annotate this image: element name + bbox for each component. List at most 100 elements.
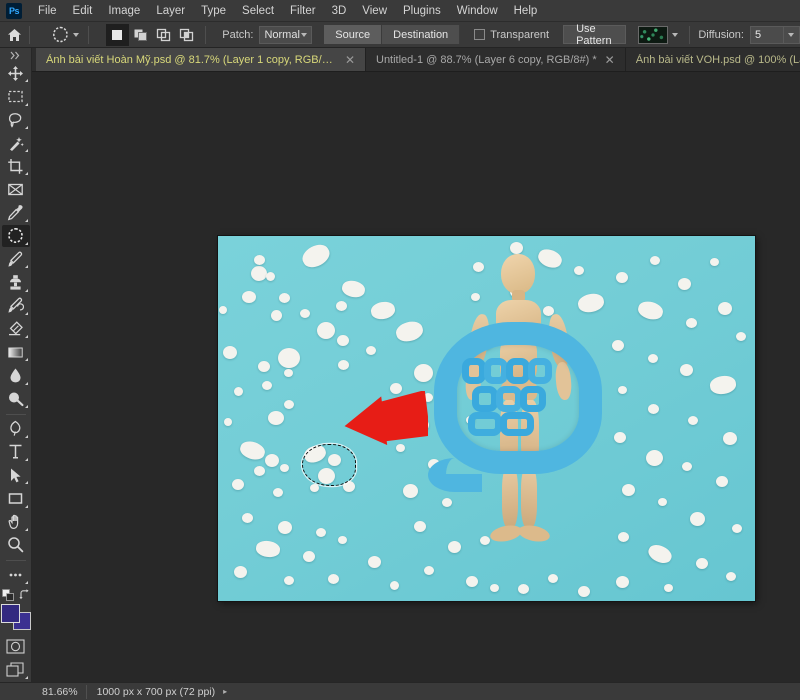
gradient-tool[interactable] xyxy=(2,341,30,363)
tool-flyout-indicator xyxy=(24,527,28,531)
document-tab-1-close-icon[interactable]: ✕ xyxy=(345,54,355,66)
zoom-tool[interactable] xyxy=(2,534,30,556)
document-tab-1-label: Ảnh bài viết Hoàn Mỹ.psd @ 81.7% (Layer … xyxy=(46,53,337,66)
patch-mode-select[interactable]: Normal xyxy=(259,25,313,44)
add-to-selection-button[interactable] xyxy=(129,24,152,46)
patch-direction-group: Source Destination xyxy=(324,25,461,44)
history-brush-tool[interactable] xyxy=(2,295,30,317)
tool-flyout-indicator xyxy=(24,358,28,362)
tool-flyout-indicator xyxy=(24,458,28,462)
path-selection-tool[interactable] xyxy=(2,464,30,486)
source-button[interactable]: Source xyxy=(324,25,383,44)
artboard[interactable] xyxy=(218,236,755,601)
lasso-tool[interactable] xyxy=(2,109,30,131)
photoshop-window: Ps File Edit Image Layer Type Select Fil… xyxy=(0,0,800,700)
brush-tool[interactable] xyxy=(2,248,30,270)
menu-view[interactable]: View xyxy=(354,2,395,20)
tool-preset-chevron-icon[interactable] xyxy=(73,32,79,37)
new-selection-button[interactable] xyxy=(105,23,129,46)
zoom-level-field[interactable]: 81.66% xyxy=(32,684,87,699)
selection-mode-group xyxy=(105,23,198,46)
document-tab-2-close-icon[interactable]: ✕ xyxy=(605,54,615,66)
frame-tool[interactable] xyxy=(2,178,30,200)
patch-tool[interactable] xyxy=(1,224,30,248)
options-separator-3 xyxy=(204,25,206,44)
edit-toolbar-button[interactable] xyxy=(2,564,30,586)
document-tab-bar: Ảnh bài viết Hoàn Mỹ.psd @ 81.7% (Layer … xyxy=(0,48,800,72)
menu-file[interactable]: File xyxy=(30,2,65,20)
default-colors-icon[interactable] xyxy=(1,589,15,602)
diffusion-input[interactable]: 5 xyxy=(749,25,784,44)
hand-tool[interactable] xyxy=(2,511,30,533)
quick-mask-button[interactable] xyxy=(2,636,30,658)
transparent-checkbox[interactable]: Transparent xyxy=(474,29,549,41)
rectangle-tool[interactable] xyxy=(2,487,30,509)
swap-colors-icon[interactable] xyxy=(18,589,31,601)
menu-select[interactable]: Select xyxy=(234,2,282,20)
tool-flyout-indicator xyxy=(24,218,28,222)
diffusion-chevron-down-icon[interactable] xyxy=(783,25,800,44)
lasso-selection-marching-ants[interactable] xyxy=(302,444,356,486)
patch-tool-icon xyxy=(49,25,71,45)
current-tool-preview[interactable] xyxy=(47,25,81,45)
pattern-swatch[interactable] xyxy=(637,25,668,44)
rectangular-marquee-tool[interactable] xyxy=(2,85,30,107)
subtract-from-selection-button[interactable] xyxy=(152,24,175,46)
menu-plugins[interactable]: Plugins xyxy=(395,2,449,20)
menu-type[interactable]: Type xyxy=(193,2,234,20)
menu-layer[interactable]: Layer xyxy=(148,2,193,20)
blur-tool[interactable] xyxy=(2,364,30,386)
type-tool[interactable] xyxy=(2,441,30,463)
tool-flyout-indicator xyxy=(24,676,28,680)
double-chevron-right-icon[interactable] xyxy=(0,48,32,62)
tool-flyout-indicator xyxy=(24,335,28,339)
tool-flyout-indicator xyxy=(24,125,28,129)
tools-separator-2 xyxy=(5,560,26,561)
chevron-down-icon xyxy=(301,32,308,37)
pattern-chevron-down-icon[interactable] xyxy=(668,32,682,37)
move-tool[interactable] xyxy=(2,62,30,84)
status-chevron-right-icon[interactable]: ▸ xyxy=(223,687,227,696)
screen-mode-button[interactable] xyxy=(2,659,30,681)
destination-button[interactable]: Destination xyxy=(382,25,461,44)
eyedropper-tool[interactable] xyxy=(2,202,30,224)
tool-flyout-indicator xyxy=(24,265,28,269)
menu-help[interactable]: Help xyxy=(506,2,546,20)
document-tab-3-label: Ảnh bài viết VOH.psd @ 100% (Layer 6 cop… xyxy=(635,53,800,66)
patch-mode-value: Normal xyxy=(264,28,300,41)
document-tab-1[interactable]: Ảnh bài viết Hoàn Mỹ.psd @ 81.7% (Layer … xyxy=(36,48,366,71)
document-tab-2[interactable]: Untitled-1 @ 88.7% (Layer 6 copy, RGB/8#… xyxy=(366,48,626,71)
pattern-picker[interactable] xyxy=(637,25,682,44)
object-selection-tool[interactable] xyxy=(2,132,30,154)
small-intestine-coil xyxy=(462,358,574,440)
menu-window[interactable]: Window xyxy=(449,2,506,20)
tool-flyout-indicator xyxy=(24,172,28,176)
document-tab-3[interactable]: Ảnh bài viết VOH.psd @ 100% (Layer 6 cop… xyxy=(625,48,800,71)
eraser-tool[interactable] xyxy=(2,318,30,340)
tool-flyout-indicator xyxy=(24,434,28,438)
tool-flyout-indicator xyxy=(24,149,28,153)
pen-tool[interactable] xyxy=(2,418,30,440)
tool-flyout-indicator xyxy=(24,242,28,246)
crop-tool[interactable] xyxy=(2,155,30,177)
tool-flyout-indicator xyxy=(24,381,28,385)
dodge-tool[interactable] xyxy=(2,388,30,410)
tool-flyout-indicator xyxy=(24,102,28,106)
menu-3d[interactable]: 3D xyxy=(324,2,355,20)
status-bar: 81.66% 1000 px x 700 px (72 ppi) ▸ xyxy=(0,682,800,700)
use-pattern-button[interactable]: Use Pattern xyxy=(563,23,626,47)
tools-separator-1 xyxy=(5,413,26,415)
menu-filter[interactable]: Filter xyxy=(282,2,324,20)
intersect-with-selection-button[interactable] xyxy=(175,24,198,46)
menu-edit[interactable]: Edit xyxy=(65,2,101,20)
foreground-color-swatch[interactable] xyxy=(0,603,20,623)
document-tab-2-label: Untitled-1 @ 88.7% (Layer 6 copy, RGB/8#… xyxy=(376,53,597,66)
appendix-segment xyxy=(428,458,482,492)
options-separator-4 xyxy=(688,25,690,44)
clone-stamp-tool[interactable] xyxy=(2,271,30,293)
diffusion-label: Diffusion: xyxy=(698,28,744,41)
home-icon[interactable] xyxy=(6,24,22,46)
tool-flyout-indicator xyxy=(24,504,28,508)
menu-image[interactable]: Image xyxy=(100,2,148,20)
canvas-area[interactable] xyxy=(32,72,800,682)
